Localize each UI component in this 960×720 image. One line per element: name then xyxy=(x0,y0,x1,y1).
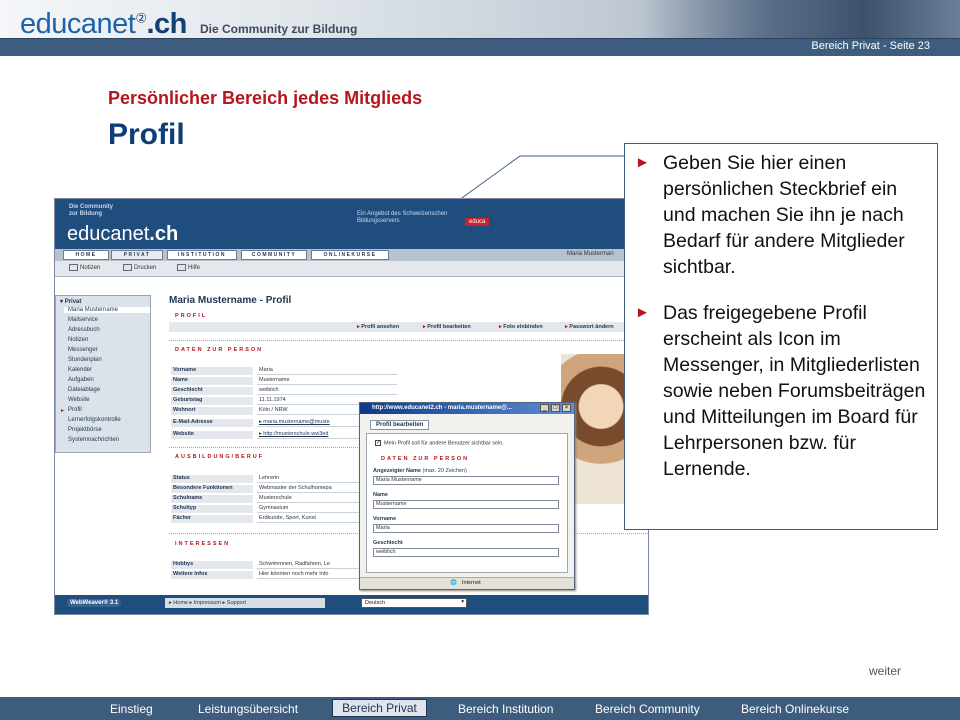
action-profil-bearbeiten[interactable]: Profil bearbeiten xyxy=(423,324,470,330)
sidebar-item-maria[interactable]: Maria Mustername xyxy=(64,307,150,313)
toolbar-hilfe[interactable]: Hilfe xyxy=(177,264,200,271)
checkbox-checked-icon[interactable]: ✓ xyxy=(375,440,381,446)
action-profil-ansehen[interactable]: Profil ansehen xyxy=(357,324,399,330)
status-zone: Internet xyxy=(462,580,481,586)
help-icon xyxy=(177,264,186,271)
visibility-checkbox[interactable]: ✓ Mein Profil soll für andere Benutzer si… xyxy=(375,440,504,446)
sidebar-item-profil[interactable]: ▸ Profil xyxy=(61,407,82,414)
bottom-nav-leistungsuebersicht[interactable]: Leistungsübersicht xyxy=(198,702,298,716)
person-row: Vorname Maria xyxy=(169,367,559,375)
callout-bullet: ► Das freigegebene Profil erscheint als I… xyxy=(635,302,926,480)
print-icon xyxy=(123,264,132,271)
bottom-nav-bereich-privat[interactable]: Bereich Privat xyxy=(332,699,427,717)
popup-body: ✓ Mein Profil soll für andere Benutzer si… xyxy=(366,433,568,573)
footer-links[interactable]: ▸ Home ▸ Impressum ▸ Support xyxy=(165,598,325,608)
webweaver-logo: WebWeaver® 3.1 xyxy=(67,599,122,607)
globe-icon: 🌐 xyxy=(450,580,457,586)
bottom-nav-einstieg[interactable]: Einstieg xyxy=(110,702,153,716)
section-interessen: INTERESSEN xyxy=(175,541,231,547)
bottom-nav-bereich-community[interactable]: Bereich Community xyxy=(595,702,700,716)
sidebar-item-website[interactable]: Website xyxy=(68,397,90,403)
notes-icon xyxy=(69,264,78,271)
angezeigter-name-input[interactable]: Maria Mustername xyxy=(373,476,559,485)
chevron-down-icon[interactable]: ▾ xyxy=(461,599,464,605)
arrow-right-icon: ► xyxy=(635,304,650,321)
popup-section: DATEN ZUR PERSON xyxy=(381,456,470,462)
field-label: Vorname xyxy=(373,516,397,522)
minimize-icon[interactable]: _ xyxy=(540,404,549,412)
profile-edit-popup: http://www.educanet2.ch - maria.musterna… xyxy=(359,402,575,590)
action-passwort-aendern[interactable]: Passwort ändern xyxy=(565,324,613,330)
bottom-nav-bereich-onlinekurse[interactable]: Bereich Onlinekurse xyxy=(741,702,849,716)
sidebar-item-dateiablage[interactable]: Dateiablage xyxy=(68,387,100,393)
screenshot-main-title: Maria Mustername - Profil xyxy=(169,295,292,306)
maximize-icon[interactable]: □ xyxy=(551,404,560,412)
profile-actions: Profil ansehen Profil bearbeiten Foto ei… xyxy=(169,322,648,332)
field-label: Name xyxy=(373,492,388,498)
screenshot-angebot: Ein Angebot des Schweizerischen Bildungs… xyxy=(357,211,448,224)
toolbar-drucken[interactable]: Drucken xyxy=(123,264,156,271)
screenshot-toolbar: Notizen Drucken Hilfe xyxy=(55,261,648,277)
callout-bullet: ► Geben Sie hier einen persönlichen Steck… xyxy=(635,152,905,278)
sidebar-item-messenger[interactable]: Messenger xyxy=(68,347,98,353)
screenshot-logo: educanet.ch xyxy=(67,223,179,245)
sidebar-item-lernerfolgskontrolle[interactable]: Lernerfolgskontrolle xyxy=(68,417,121,423)
sidebar-item-kalender[interactable]: Kalender xyxy=(68,367,92,373)
language-select[interactable]: Deutsch ▾ xyxy=(361,598,467,608)
screenshot-community-label: Die Community zur Bildung xyxy=(69,204,114,217)
screenshot-header: Die Community zur Bildung educanet.ch Ei… xyxy=(55,199,648,249)
sidebar-item-projektboerse[interactable]: Projektbörse xyxy=(68,427,102,433)
section-ausbildung: AUSBILDUNG/BERUF xyxy=(175,454,265,460)
screenshot-user: Maria Musterman xyxy=(567,251,614,257)
sidebar-item-aufgaben[interactable]: Aufgaben xyxy=(68,377,94,383)
toolbar-notizen[interactable]: Notizen xyxy=(69,264,100,271)
nav-tab-privat[interactable]: PRIVAT xyxy=(111,250,163,260)
person-row: Geschlecht weiblich xyxy=(169,387,559,395)
educa-badge: educa xyxy=(465,218,490,226)
screenshot-footer: WebWeaver® 3.1 ▸ Home ▸ Impressum ▸ Supp… xyxy=(55,595,648,614)
nav-tab-onlinekurse[interactable]: ONLINEKURSE xyxy=(311,250,389,260)
screenshot-sidebar: ▾ Privat Maria Mustername Mailservice Ad… xyxy=(55,295,151,453)
sidebar-header: ▾ Privat xyxy=(60,299,82,305)
close-icon[interactable]: × xyxy=(562,404,571,412)
geschlecht-input[interactable]: weiblich xyxy=(373,548,559,557)
weiter-link[interactable]: weiter xyxy=(869,664,901,678)
embedded-screenshot: Die Community zur Bildung educanet.ch Ei… xyxy=(54,198,649,615)
popup-statusbar: 🌐 Internet xyxy=(360,577,574,589)
section-person: DATEN ZUR PERSON xyxy=(175,347,264,353)
vorname-input[interactable]: Maria xyxy=(373,524,559,533)
name-input[interactable]: Mustername xyxy=(373,500,559,509)
nav-tab-institution[interactable]: INSTITUTION xyxy=(167,250,237,260)
sidebar-item-systemnachrichten[interactable]: Systemnachrichten xyxy=(68,437,119,443)
sidebar-item-mailservice[interactable]: Mailservice xyxy=(68,317,98,323)
section-profil: PROFIL xyxy=(175,313,208,319)
nav-tab-home[interactable]: HOME xyxy=(63,250,109,260)
field-label: Geschlecht xyxy=(373,540,403,546)
screenshot-nav: HOME PRIVAT INSTITUTION COMMUNITY ONLINE… xyxy=(55,249,648,261)
nav-tab-community[interactable]: COMMUNITY xyxy=(241,250,307,260)
sidebar-item-adressbuch[interactable]: Adressbuch xyxy=(68,327,100,333)
sidebar-item-stundenplan[interactable]: Stundenplan xyxy=(68,357,102,363)
callout-box: ► Geben Sie hier einen persönlichen Steck… xyxy=(624,143,938,530)
divider xyxy=(169,340,648,341)
bottom-nav-bereich-institution[interactable]: Bereich Institution xyxy=(458,702,553,716)
field-label: Angezeigter Name (max. 20 Zeichen) xyxy=(373,468,467,474)
arrow-right-icon: ► xyxy=(635,154,650,171)
sidebar-item-notizen[interactable]: Notizen xyxy=(68,337,88,343)
person-row: Name Mustername xyxy=(169,377,559,385)
action-foto-einbinden[interactable]: Foto einbinden xyxy=(499,324,542,330)
popup-tab-profil-bearbeiten[interactable]: Profil bearbeiten xyxy=(370,420,430,430)
